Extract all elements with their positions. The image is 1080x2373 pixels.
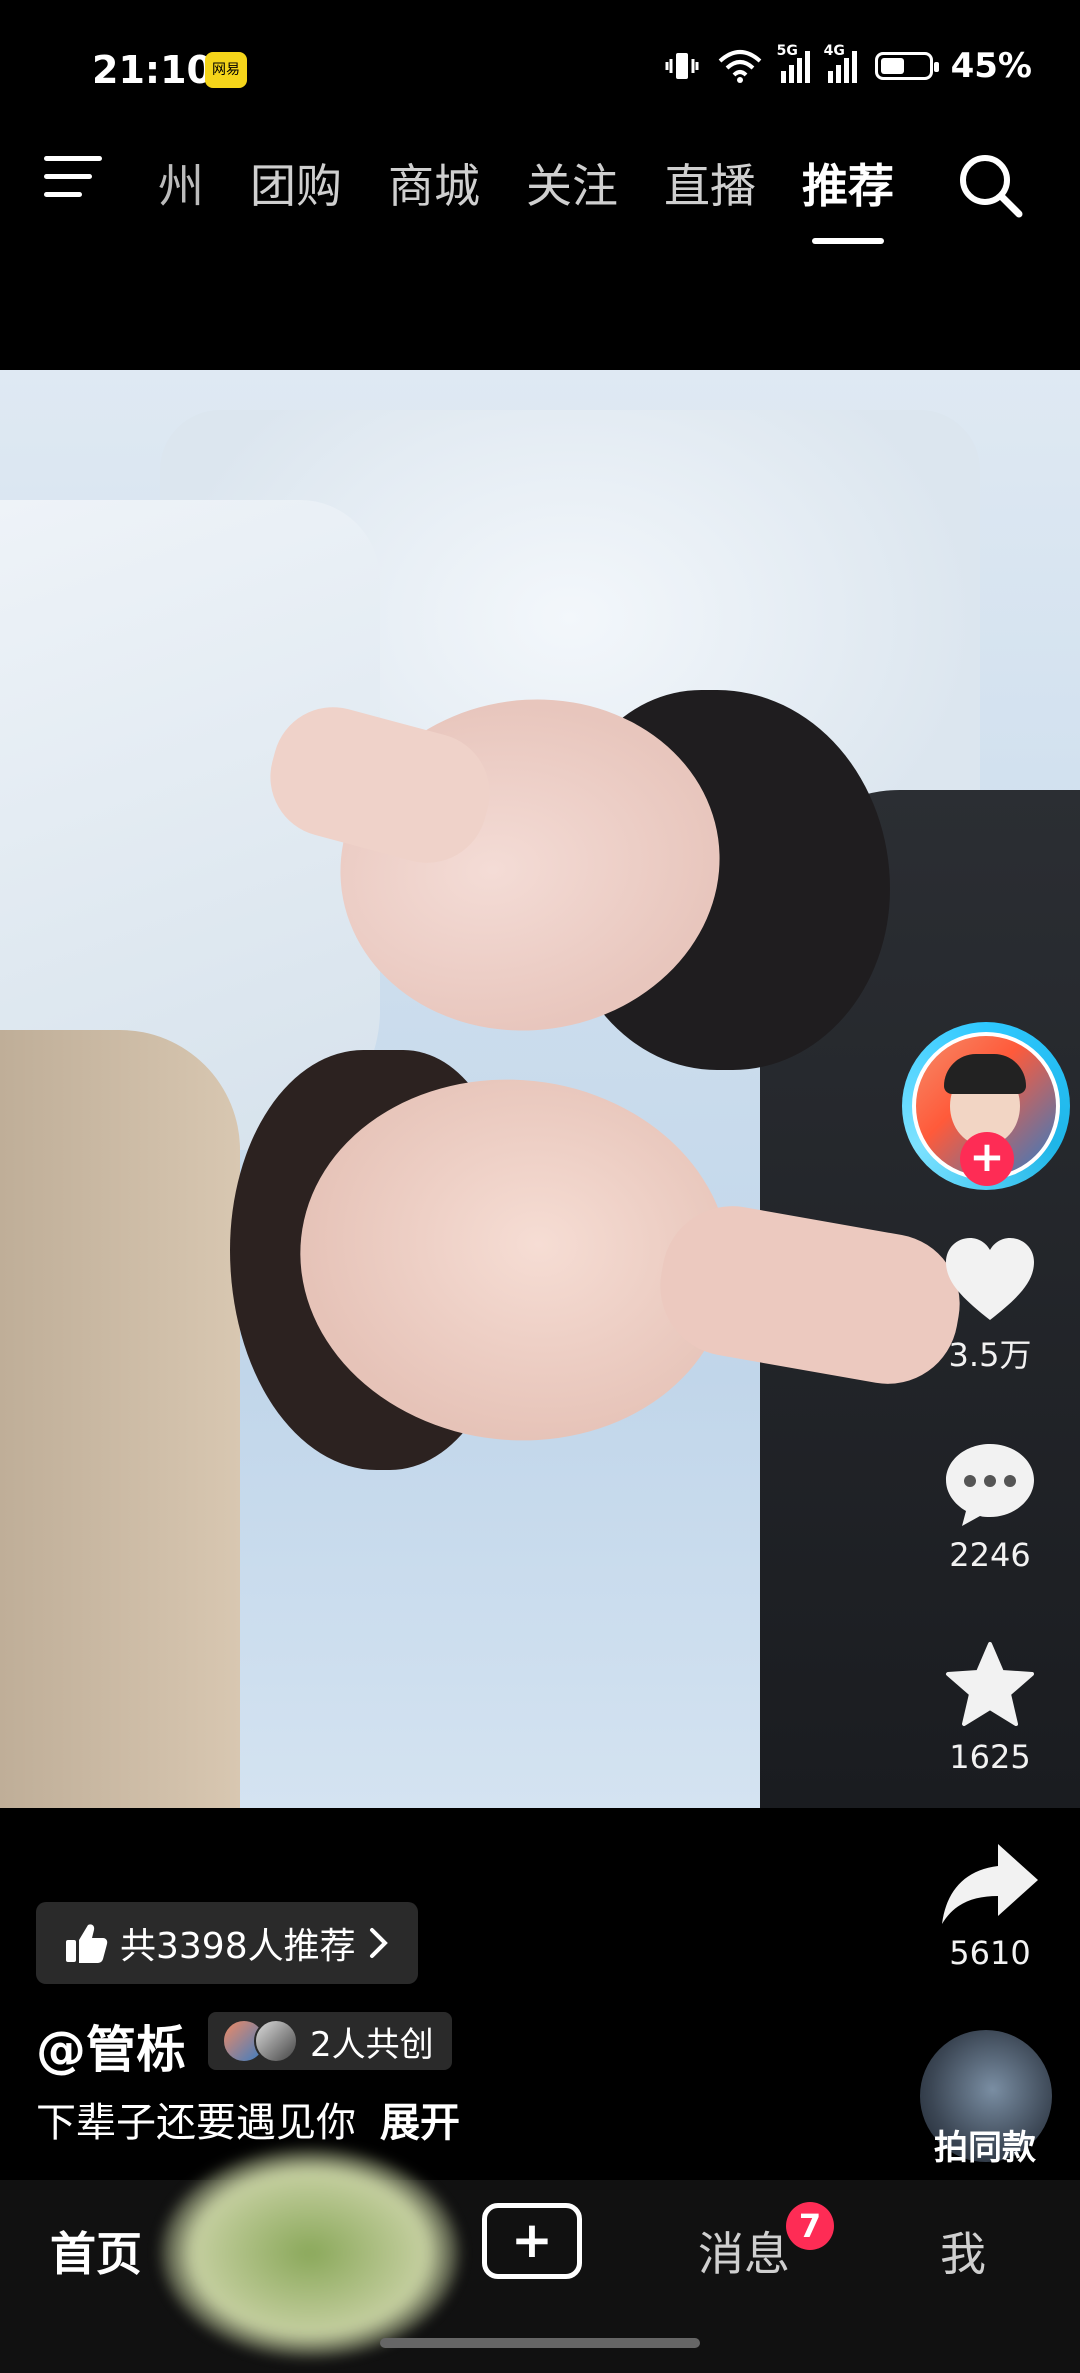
battery-icon [874,52,939,80]
share-arrow-icon [942,1844,1038,1924]
tab-group-buy[interactable]: 团购 [250,150,342,216]
tab-me[interactable]: 我 [940,2218,986,2284]
wifi-icon [718,50,761,83]
recommend-pill[interactable]: 共3398人推荐 [36,1902,418,1984]
status-time: 21:10 [92,48,213,92]
tab-following[interactable]: 关注 [526,150,618,216]
recommend-text: 共3398人推荐 [120,1926,356,1967]
tab-partial-city[interactable]: 州 [120,150,204,216]
comment-count: 2246 [949,1536,1031,1574]
caption: 下辈子还要遇见你 展开 [36,2090,460,2148]
beige-shape [0,1030,240,1808]
vibrate-icon [665,53,699,79]
app-notification-icon: 网易 [205,52,247,88]
signal-5g-icon: 5G [777,43,810,83]
home-indicator[interactable] [380,2338,700,2348]
comment-icon [946,1444,1034,1526]
caption-text: 下辈子还要遇见你 [36,2100,356,2146]
tab-messages[interactable]: 消息 [698,2218,790,2284]
share-button[interactable]: 5610 [925,1840,1055,1972]
blurred-overlay [160,2148,460,2358]
chevron-right-icon [369,1928,388,1958]
author-name[interactable]: @管栎 [36,2010,186,2082]
cocreator-avatar [254,2019,298,2063]
share-count: 5610 [949,1934,1031,1972]
thumbs-up-icon [66,1924,108,1963]
messages-badge: 7 [786,2202,834,2250]
favorite-count: 1625 [949,1738,1031,1776]
favorite-button[interactable]: 1625 [925,1640,1055,1776]
cocreate-text: 2人共创 [310,2024,434,2065]
heart-icon [946,1238,1034,1320]
comment-button[interactable]: 2246 [925,1440,1055,1574]
tab-recommend[interactable]: 推荐 [802,150,894,216]
battery-percent: 45% [950,46,1032,86]
follow-button[interactable]: + [960,1132,1014,1186]
tab-home[interactable]: 首页 [50,2218,142,2284]
menu-icon[interactable] [44,156,104,202]
like-count: 3.5万 [948,1336,1032,1374]
remix-label[interactable]: 拍同款 [905,2120,1065,2169]
tab-live[interactable]: 直播 [664,150,756,216]
expand-link[interactable]: 展开 [380,2100,460,2146]
like-button[interactable]: 3.5万 [925,1236,1055,1376]
create-post-button[interactable]: + [482,2203,582,2279]
star-icon [946,1642,1034,1726]
search-icon[interactable] [955,150,1025,220]
status-indicators: 5G 4G 45% [665,43,1032,86]
cocreate-pill[interactable]: 2人共创 [208,2012,452,2070]
top-tabs: 州 团购 商城 关注 直播 推荐 [120,150,894,216]
signal-4g-icon: 4G [824,43,857,83]
tab-mall[interactable]: 商城 [388,150,480,216]
